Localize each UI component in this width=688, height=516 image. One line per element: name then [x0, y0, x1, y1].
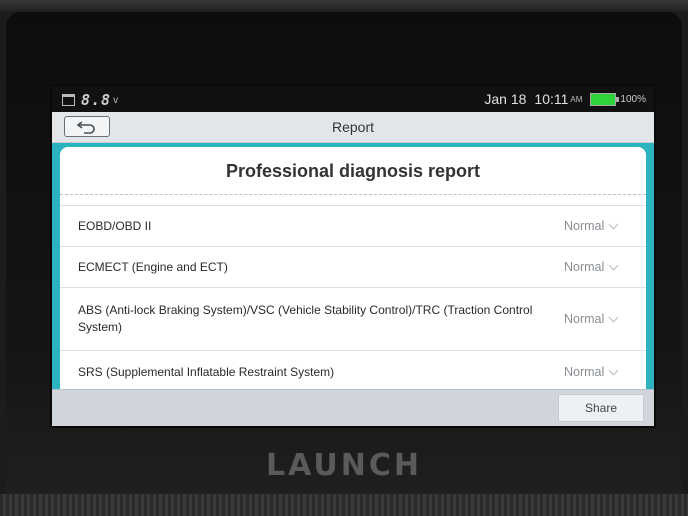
share-button[interactable]: Share	[558, 394, 644, 422]
row-status: Normal	[564, 365, 646, 379]
battery-percent: 100%	[620, 93, 646, 105]
report-row-abs[interactable]: ABS (Anti-lock Braking System)/VSC (Vehi…	[60, 287, 646, 350]
dashed-divider	[60, 194, 646, 195]
chevron-down-icon	[608, 219, 619, 230]
chevron-down-icon	[608, 260, 619, 271]
bottom-toolbar: Share	[52, 389, 654, 426]
status-text: Normal	[564, 260, 605, 274]
report-heading: Professional diagnosis report	[225, 161, 481, 181]
chevron-down-icon	[608, 365, 619, 376]
status-text: Normal	[564, 219, 605, 233]
voltage-unit: v	[113, 94, 119, 106]
content-area: Professional diagnosis report EOBD/OBD I…	[52, 143, 654, 389]
row-label: SRS (Supplemental Inflatable Restraint S…	[78, 364, 335, 379]
report-row-ecmect[interactable]: ECMECT (Engine and ECT) Normal	[60, 246, 646, 287]
status-text: Normal	[564, 312, 605, 326]
row-label: EOBD/OBD II	[78, 218, 152, 233]
row-status: Normal	[564, 219, 646, 233]
device-bezel-bottom	[0, 494, 688, 516]
status-bar: 8.8 v Jan 18 10:11 AM 100%	[52, 86, 654, 112]
status-left: 8.8 v	[62, 91, 118, 109]
row-label: ECMECT (Engine and ECT)	[78, 259, 228, 274]
title-bar: Report	[52, 112, 654, 143]
chevron-down-icon	[608, 312, 619, 323]
status-right: Jan 18 10:11 AM 100%	[484, 91, 646, 107]
status-text: Normal	[564, 365, 605, 379]
status-time: 10:11	[534, 91, 569, 107]
row-label: ABS (Anti-lock Braking System)/VSC (Vehi…	[78, 303, 533, 334]
report-row-eobd[interactable]: EOBD/OBD II Normal	[60, 205, 646, 246]
status-date: Jan 18	[484, 91, 527, 107]
report-row-srs[interactable]: SRS (Supplemental Inflatable Restraint S…	[60, 350, 646, 389]
calendar-icon	[62, 94, 75, 106]
report-card: Professional diagnosis report EOBD/OBD I…	[60, 147, 646, 389]
status-ampm: AM	[570, 94, 583, 104]
report-list: EOBD/OBD II Normal ECMECT (Engine and EC…	[60, 205, 646, 389]
battery-icon	[590, 92, 620, 106]
brand-logo: LAUNCH	[265, 448, 422, 483]
row-status: Normal	[564, 260, 646, 274]
battery-voltage: 8.8	[81, 91, 112, 109]
device-screen: 8.8 v Jan 18 10:11 AM 100% Report Profes…	[52, 86, 654, 426]
page-title: Report	[331, 119, 375, 135]
row-status: Normal	[564, 312, 646, 326]
